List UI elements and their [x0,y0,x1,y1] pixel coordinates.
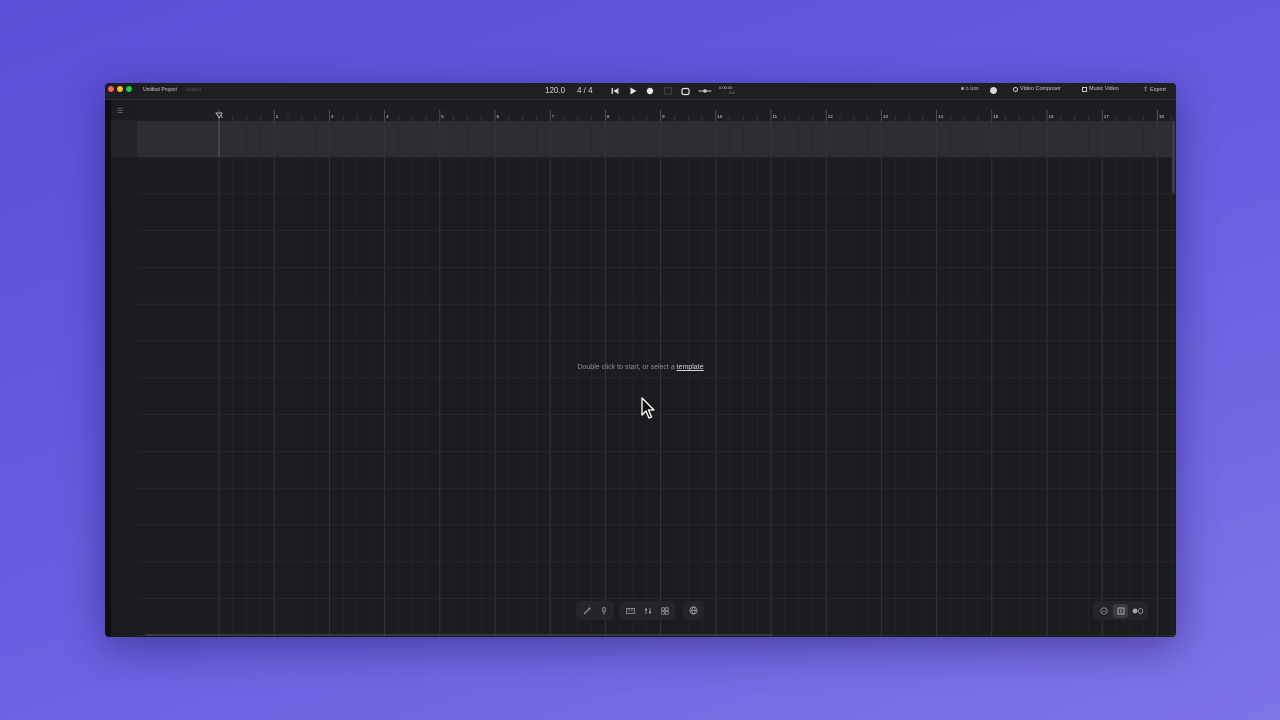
status-text: 0 /100 [966,86,979,91]
export-button[interactable]: ⇪ Export [1143,86,1166,94]
globe-icon[interactable] [686,604,701,618]
magic-wand-icon[interactable] [579,604,594,618]
tool-group-web [683,601,704,620]
arrange-grid[interactable] [137,105,1176,637]
template-link[interactable]: template [677,364,704,371]
music-video-label: Music Video [1089,86,1119,92]
zoom-fit-icon[interactable] [1113,603,1128,618]
hint-text: Double click to start, or select a [577,364,675,371]
vertical-scrollbar[interactable] [1172,121,1175,193]
minimize-window-button[interactable] [117,86,123,92]
status-indicator: 0 /100 [961,86,979,91]
mouse-cursor-icon [641,397,655,419]
maximize-window-button[interactable] [126,86,132,92]
status-dot-icon [961,87,964,90]
tool-group-ai [576,601,614,620]
title-bar: Untitled Project Untitled 120.0 4 / 4 0:… [105,83,1176,100]
export-label: Export [1150,86,1166,93]
time-signature-display[interactable]: 4 / 4 [577,86,593,95]
track-header[interactable] [111,120,138,157]
snap-toggle-icon[interactable] [1130,604,1145,618]
grid-lines [137,121,1176,637]
drum-pad-icon[interactable] [657,604,672,618]
export-icon: ⇪ [1143,87,1149,93]
microphone-icon[interactable] [596,604,611,618]
metronome-icon[interactable] [663,86,673,96]
time-display-main: 0:00:00 [719,85,733,90]
avatar[interactable] [989,86,998,95]
zoom-out-icon[interactable] [1096,604,1111,618]
mixer-icon[interactable] [640,604,655,618]
zoom-controls [1093,601,1148,620]
empty-project-hint: Double click to start, or select a templ… [105,364,1176,371]
record-icon[interactable] [645,86,655,96]
project-subtitle: Untitled [186,87,202,92]
tool-group-instruments [620,601,675,620]
horizontal-scrollbar[interactable] [145,634,773,636]
menu-icon[interactable]: ☰ [117,107,123,115]
loop-icon[interactable] [680,86,690,96]
play-icon[interactable] [628,86,638,96]
music-video-icon [1082,86,1087,92]
close-window-button[interactable] [108,86,114,92]
tempo-display[interactable]: 120.0 [545,86,565,95]
time-display-sub: 000 [729,91,735,95]
video-composer-button[interactable]: Video Composer [1013,86,1061,92]
input-icon[interactable] [698,86,712,96]
daw-window: Untitled Project Untitled 120.0 4 / 4 0:… [105,83,1176,637]
project-title[interactable]: Untitled Project [143,87,177,93]
skip-back-icon[interactable] [610,86,620,96]
video-composer-icon [1013,86,1018,92]
music-video-button[interactable]: Music Video [1082,86,1119,92]
video-composer-label: Video Composer [1020,86,1061,92]
keyboard-icon[interactable] [623,604,638,618]
